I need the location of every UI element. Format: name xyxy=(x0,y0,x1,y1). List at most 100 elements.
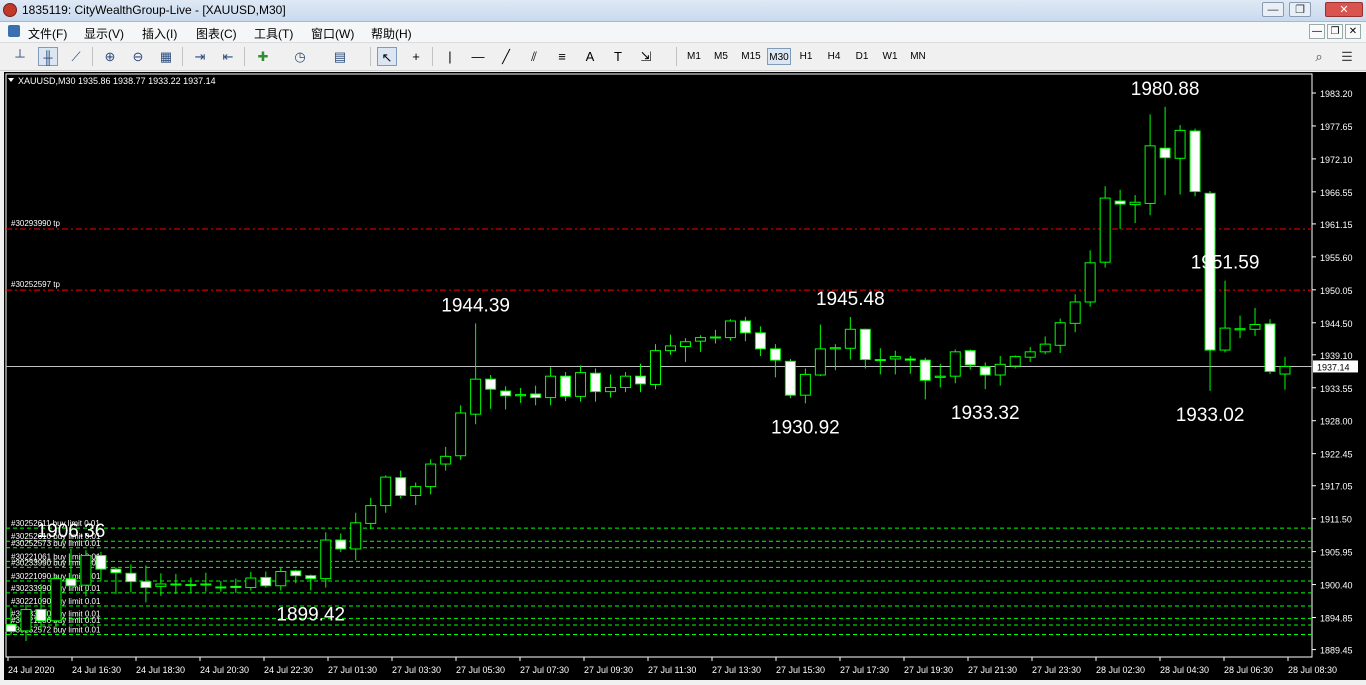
price-annotation: 1944.39 xyxy=(441,295,510,316)
candle-body xyxy=(590,372,602,393)
candlestick-icon[interactable]: ╫ xyxy=(38,47,58,66)
candle-body xyxy=(215,586,227,589)
close-button[interactable]: ✕ xyxy=(1325,2,1363,17)
candle-body xyxy=(874,359,886,362)
toolbar-separator xyxy=(432,47,433,66)
price-tick-label: 1977.65 xyxy=(1320,122,1353,132)
cursor-icon[interactable]: ↖ xyxy=(377,47,397,66)
candle-body xyxy=(545,375,557,399)
title-bar: 1835119: CityWealthGroup-Live - [XAUUSD,… xyxy=(0,0,1366,22)
search-icon[interactable]: ⌕ xyxy=(1309,47,1329,66)
zoom-out-icon[interactable]: ⊖ xyxy=(128,47,148,66)
candle-body xyxy=(470,378,482,415)
timeframe-m1[interactable]: M1 xyxy=(684,48,704,65)
price-tick-label: 1894.85 xyxy=(1320,614,1353,624)
trendline-icon[interactable]: ╱ xyxy=(496,47,516,66)
candle-body xyxy=(1084,262,1096,303)
time-tick-label: 28 Jul 08:30 xyxy=(1288,665,1337,675)
candle-body xyxy=(1189,130,1201,193)
candle-body xyxy=(1039,343,1051,353)
candle-body xyxy=(185,584,197,587)
price-tick-label: 1955.60 xyxy=(1320,253,1353,263)
take-profit-label: #30293990 tp xyxy=(11,219,60,228)
candle-body xyxy=(1249,324,1261,330)
tile-windows-icon[interactable]: ▦ xyxy=(156,47,176,66)
candle-body xyxy=(1114,200,1126,205)
bar-chart-icon[interactable]: ┴ xyxy=(10,47,30,66)
collapse-triangle-icon xyxy=(8,78,14,82)
menu-icon[interactable]: ☰ xyxy=(1337,47,1357,66)
periods-icon[interactable]: ◷ xyxy=(290,47,310,66)
menu-insert[interactable]: 插入(I) xyxy=(142,25,177,42)
autoscroll-icon[interactable]: ⇥ xyxy=(190,47,210,66)
candle-body xyxy=(889,356,901,360)
fibonacci-icon[interactable]: ≡ xyxy=(552,47,572,66)
candle-body xyxy=(844,328,856,349)
candle-body xyxy=(1234,328,1246,331)
chart-canvas[interactable]: 1983.20 1977.65 1972.10 1966.55 1961.15 1955.… xyxy=(4,72,1366,680)
menu-tools[interactable]: 工具(T) xyxy=(254,25,293,42)
candle-body xyxy=(934,375,946,378)
timeframe-m15[interactable]: M15 xyxy=(738,48,764,65)
price-annotation: 1899.42 xyxy=(276,604,345,625)
time-tick-label: 27 Jul 11:30 xyxy=(648,665,696,675)
time-tick-label: 27 Jul 15:30 xyxy=(776,665,825,675)
chart-area[interactable]: 1983.20 1977.65 1972.10 1966.55 1961.15 1955.… xyxy=(4,72,1366,680)
price-tick-label: 1944.50 xyxy=(1320,319,1353,329)
price-annotation: 1945.48 xyxy=(816,289,885,310)
candle-body xyxy=(260,576,272,587)
timeframe-h4[interactable]: H4 xyxy=(823,48,845,65)
current-price-label: 1937.14 xyxy=(1317,362,1350,372)
candle-body xyxy=(1009,356,1021,367)
candle-body xyxy=(440,455,452,465)
app-icon xyxy=(3,3,17,17)
candle-body xyxy=(769,348,781,361)
candle-body xyxy=(305,575,317,580)
zoom-in-icon[interactable]: ⊕ xyxy=(100,47,120,66)
mdi-minimize-button[interactable]: — xyxy=(1309,24,1325,39)
time-tick-label: 27 Jul 09:30 xyxy=(584,665,633,675)
text-label-icon[interactable]: T xyxy=(608,47,628,66)
candle-body xyxy=(694,337,706,342)
time-tick-label: 27 Jul 13:30 xyxy=(712,665,761,675)
candle-body xyxy=(979,366,991,376)
menu-window[interactable]: 窗口(W) xyxy=(311,25,354,42)
candle-body xyxy=(904,358,916,361)
candle-body xyxy=(35,609,47,622)
candle-body xyxy=(230,585,242,589)
chart-shift-icon[interactable]: ⇤ xyxy=(218,47,238,66)
candle-body xyxy=(410,486,422,497)
indicators-icon[interactable]: ✚ xyxy=(253,47,273,66)
text-icon[interactable]: A xyxy=(580,47,600,66)
menu-charts[interactable]: 图表(C) xyxy=(196,25,237,42)
horizontal-line-icon[interactable]: — xyxy=(468,47,488,66)
toolbar-separator xyxy=(676,47,677,66)
timeframe-h1[interactable]: H1 xyxy=(796,48,816,65)
candle-body xyxy=(140,581,152,589)
timeframe-w1[interactable]: W1 xyxy=(880,48,900,65)
timeframe-m5[interactable]: M5 xyxy=(709,48,733,65)
mdi-restore-button[interactable]: ❐ xyxy=(1327,24,1343,39)
crosshair-icon[interactable]: + xyxy=(406,47,426,66)
candle-body xyxy=(739,320,751,334)
candle-body xyxy=(1054,322,1066,346)
restore-button[interactable]: ❐ xyxy=(1289,2,1311,17)
menu-file[interactable]: 文件(F) xyxy=(28,25,67,42)
candle-body xyxy=(605,386,617,393)
timeframe-d1[interactable]: D1 xyxy=(852,48,872,65)
time-tick-label: 27 Jul 21:30 xyxy=(968,665,1017,675)
timeframe-mn[interactable]: MN xyxy=(907,48,929,65)
minimize-button[interactable]: — xyxy=(1262,2,1284,17)
menu-view[interactable]: 显示(V) xyxy=(84,25,124,42)
arrows-icon[interactable]: ⇲ xyxy=(636,47,656,66)
window-title: 1835119: CityWealthGroup-Live - [XAUUSD,… xyxy=(22,3,286,17)
menu-help[interactable]: 帮助(H) xyxy=(371,25,412,42)
mdi-close-button[interactable]: ✕ xyxy=(1345,24,1361,39)
line-chart-icon[interactable]: ⟋ xyxy=(66,47,86,66)
candle-body xyxy=(1069,301,1081,324)
timeframe-m30[interactable]: M30 xyxy=(767,48,791,65)
equidistant-channel-icon[interactable]: ⫽ xyxy=(524,47,544,66)
vertical-line-icon[interactable]: | xyxy=(440,47,460,66)
toolbar-separator xyxy=(182,47,183,66)
templates-icon[interactable]: ▤ xyxy=(330,47,350,66)
